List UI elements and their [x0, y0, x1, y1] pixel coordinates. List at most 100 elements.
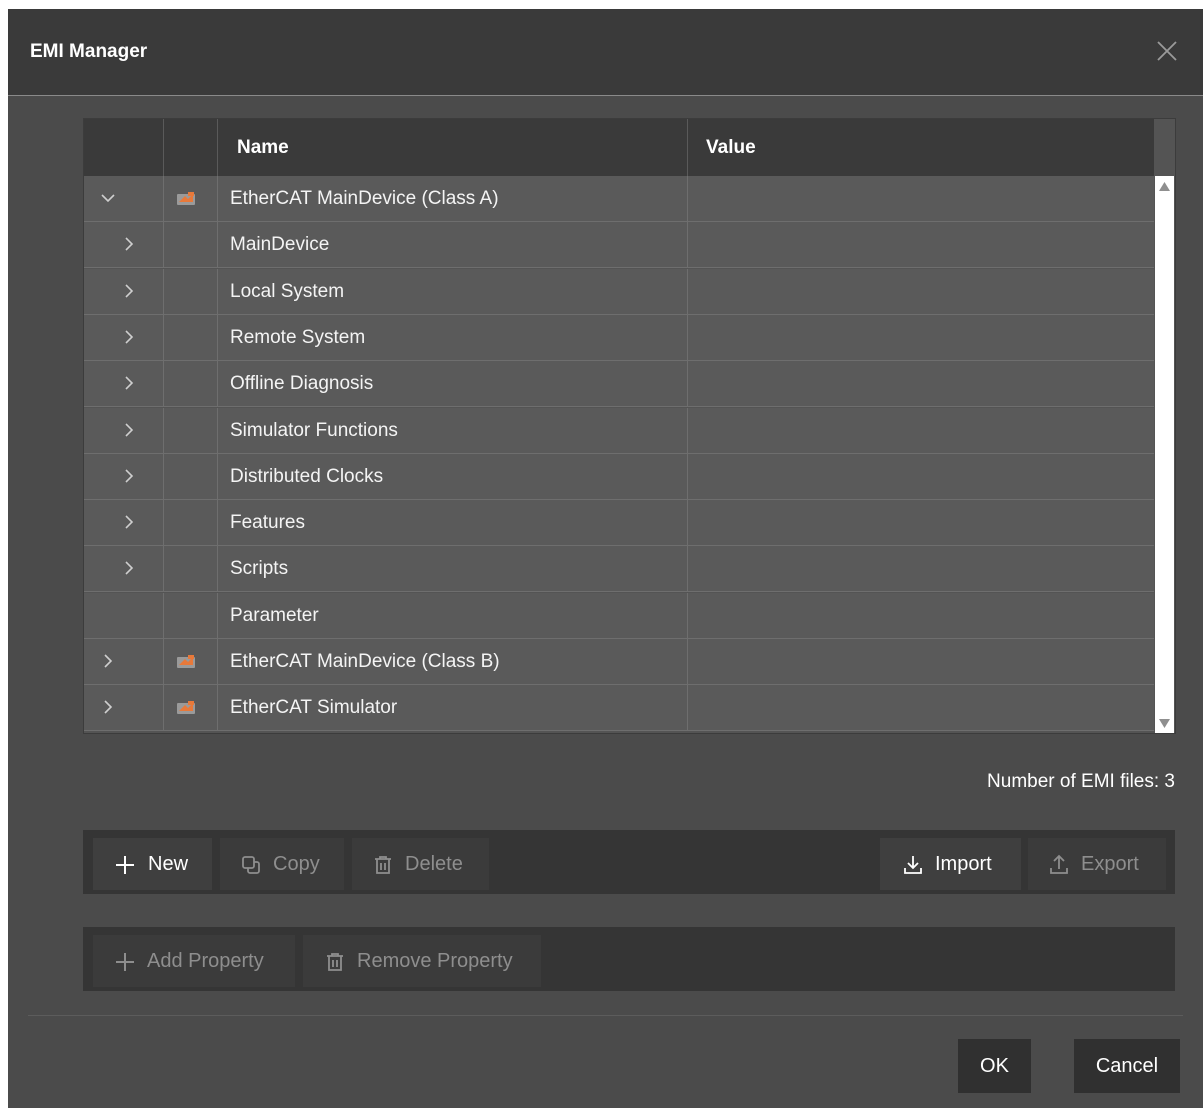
- delete-button[interactable]: Delete: [352, 838, 489, 890]
- name-cell: Parameter: [218, 592, 688, 638]
- value-cell[interactable]: [688, 315, 1154, 360]
- tree-row[interactable]: MainDevice: [84, 222, 1154, 269]
- copy-icon: [242, 856, 260, 874]
- name-cell: Offline Diagnosis: [218, 361, 688, 407]
- expander-cell: [84, 500, 164, 546]
- export-icon: [1050, 854, 1068, 874]
- expander-cell: [84, 268, 164, 314]
- new-button[interactable]: New: [93, 838, 212, 890]
- icon-cell: [164, 639, 218, 684]
- name-cell: EtherCAT Simulator: [218, 685, 688, 731]
- plus-icon: [116, 953, 134, 971]
- expander-cell: [84, 546, 164, 592]
- expander-cell: [84, 685, 164, 731]
- value-cell[interactable]: [688, 685, 1154, 730]
- export-button[interactable]: Export: [1028, 838, 1166, 890]
- chevron-down-icon[interactable]: [100, 190, 116, 206]
- value-cell[interactable]: [688, 269, 1154, 314]
- tree-row[interactable]: Features: [84, 500, 1154, 547]
- close-icon[interactable]: [1155, 39, 1179, 63]
- value-cell[interactable]: [688, 593, 1154, 638]
- vertical-scrollbar[interactable]: [1155, 176, 1174, 733]
- tree-row[interactable]: Scripts: [84, 546, 1154, 593]
- tree-row[interactable]: Distributed Clocks: [84, 453, 1154, 500]
- value-cell[interactable]: [688, 176, 1154, 221]
- chevron-right-icon[interactable]: [121, 283, 137, 299]
- expander-cell: [84, 176, 164, 221]
- value-cell[interactable]: [688, 408, 1154, 453]
- expander-cell: [84, 361, 164, 407]
- value-cell[interactable]: [688, 500, 1154, 545]
- remove-property-button[interactable]: Remove Property: [303, 935, 541, 987]
- tree-row[interactable]: EtherCAT MainDevice (Class B): [84, 639, 1154, 685]
- row-name: Scripts: [230, 558, 289, 580]
- row-name: Local System: [230, 280, 345, 302]
- dialog-title: EMI Manager: [30, 41, 148, 62]
- chevron-right-icon[interactable]: [121, 236, 137, 252]
- import-button[interactable]: Import: [880, 838, 1021, 890]
- tree-row[interactable]: Parameter: [84, 592, 1154, 639]
- add-property-button[interactable]: Add Property: [93, 935, 295, 987]
- expander-cell: [84, 453, 164, 499]
- name-cell: Local System: [218, 268, 688, 314]
- tree-row[interactable]: EtherCAT Simulator: [84, 685, 1154, 732]
- emi-property-grid: Name Value EtherCAT MainDevice (Class A)…: [83, 118, 1176, 734]
- scroll-up-icon[interactable]: [1159, 182, 1170, 191]
- emi-manager-dialog: EMI Manager Name Value EtherCAT MainDevi…: [8, 9, 1203, 1108]
- chevron-right-icon[interactable]: [121, 560, 137, 576]
- icon-cell: [164, 453, 218, 499]
- chevron-right-icon[interactable]: [100, 699, 116, 715]
- trash-icon: [375, 856, 391, 874]
- value-cell[interactable]: [688, 222, 1154, 267]
- chevron-right-icon[interactable]: [121, 422, 137, 438]
- column-header-value[interactable]: Value: [688, 119, 1154, 176]
- tree-row[interactable]: EtherCAT MainDevice (Class A): [84, 176, 1154, 222]
- row-name: EtherCAT MainDevice (Class B): [230, 651, 500, 672]
- emi-file-count: Number of EMI files: 3: [987, 771, 1175, 792]
- chevron-right-icon[interactable]: [121, 375, 137, 391]
- chevron-right-icon[interactable]: [121, 468, 137, 484]
- chevron-right-icon[interactable]: [121, 514, 137, 530]
- import-icon: [904, 856, 922, 874]
- row-name: Parameter: [230, 604, 319, 626]
- scroll-down-icon[interactable]: [1159, 719, 1170, 728]
- row-name: Simulator Functions: [230, 419, 398, 441]
- expander-cell: [84, 222, 164, 268]
- value-cell[interactable]: [688, 454, 1154, 499]
- column-header-expander: [84, 119, 164, 176]
- cancel-button[interactable]: Cancel: [1074, 1039, 1180, 1093]
- ethercat-device-icon: [177, 655, 195, 668]
- grid-header: Name Value: [84, 119, 1154, 176]
- tree-row[interactable]: Remote System: [84, 314, 1154, 361]
- trash-icon: [327, 953, 343, 971]
- expander-cell: [84, 639, 164, 684]
- copy-button[interactable]: Copy: [220, 838, 344, 890]
- file-toolbar: New Copy Delete Import Export: [83, 830, 1175, 894]
- ok-button[interactable]: OK: [958, 1039, 1031, 1093]
- expander-cell: [84, 314, 164, 360]
- chevron-right-icon[interactable]: [121, 329, 137, 345]
- name-cell: EtherCAT MainDevice (Class B): [218, 639, 688, 684]
- row-name: Features: [230, 512, 305, 534]
- tree-row[interactable]: Local System: [84, 268, 1154, 315]
- name-cell: Features: [218, 500, 688, 546]
- tree-row[interactable]: Offline Diagnosis: [84, 361, 1154, 408]
- icon-cell: [164, 592, 218, 638]
- icon-cell: [164, 268, 218, 314]
- name-cell: EtherCAT MainDevice (Class A): [218, 176, 688, 221]
- chevron-right-icon[interactable]: [100, 653, 116, 669]
- footer-divider: [28, 1015, 1183, 1016]
- value-cell[interactable]: [688, 546, 1154, 591]
- row-name: Offline Diagnosis: [230, 373, 374, 395]
- value-cell[interactable]: [688, 361, 1154, 406]
- row-name: Remote System: [230, 326, 366, 348]
- title-bar: EMI Manager: [8, 9, 1203, 96]
- icon-cell: [164, 685, 218, 731]
- tree-row[interactable]: Simulator Functions: [84, 407, 1154, 454]
- value-cell[interactable]: [688, 639, 1154, 684]
- icon-cell: [164, 500, 218, 546]
- property-toolbar: Add Property Remove Property: [83, 927, 1175, 991]
- column-header-name[interactable]: Name: [218, 119, 688, 176]
- ethercat-device-icon: [177, 192, 195, 205]
- icon-cell: [164, 361, 218, 407]
